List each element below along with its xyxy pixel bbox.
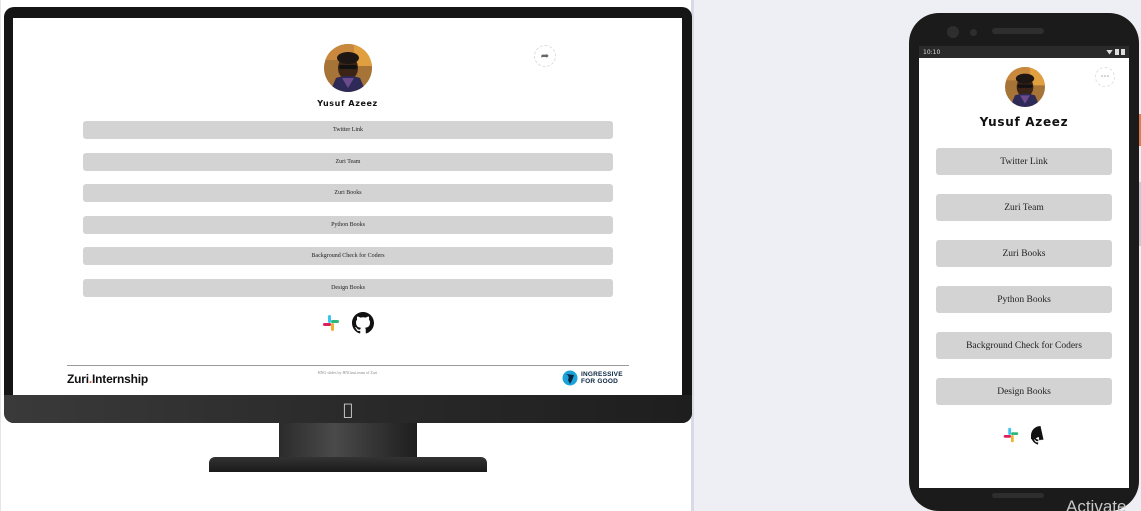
link-button-design-books[interactable]: Design Books [936,378,1112,405]
ingressive-text: INGRESSIVE [581,371,623,378]
desktop-screen: ➦ Yusuf Azeez Twitter Link Zuri Team Zur… [13,18,682,395]
footer-divider [67,365,629,366]
profile-name: Yusuf Azeez [317,99,378,108]
link-button-background-check[interactable]: Background Check for Coders [83,247,613,265]
link-list: Twitter Link Zuri Team Zuri Books Python… [83,121,613,310]
monitor-mockup: ➦ Yusuf Azeez Twitter Link Zuri Team Zur… [4,7,692,423]
ingressive-for-good-logo[interactable]: INGRESSIVE FOR GOOD [562,370,623,386]
profile-name: Yusuf Azeez [979,115,1069,129]
phone-mockup: 10:10 ⋯ Yusuf Azeez Twitter Link Zuri Te… [909,13,1139,511]
camera-icon [947,26,959,38]
globe-icon [562,370,578,386]
signal-icon [1115,49,1119,55]
github-icon[interactable] [352,312,374,334]
link-button-twitter[interactable]: Twitter Link [83,121,613,139]
sensor-icon [970,29,977,36]
more-options-icon[interactable]: ⋯ [1095,67,1115,87]
link-button-twitter[interactable]: Twitter Link [936,148,1112,175]
github-icon[interactable] [1031,425,1050,445]
monitor-chin:  [4,395,692,423]
social-links [320,311,380,335]
profile-avatar [324,44,372,92]
apple-icon:  [343,400,353,419]
phone-home-bar [992,493,1044,498]
battery-icon [1121,49,1125,55]
for-good-text: FOR GOOD [581,378,618,385]
link-button-zuri-books[interactable]: Zuri Books [936,240,1112,267]
wifi-icon [1106,49,1113,55]
slack-icon[interactable] [320,312,342,334]
link-button-design-books[interactable]: Design Books [83,278,613,297]
link-button-python-books[interactable]: Python Books [83,215,613,234]
link-button-zuri-team[interactable]: Zuri Team [936,194,1112,221]
status-time: 10:10 [923,48,941,56]
mobile-screen: 10:10 ⋯ Yusuf Azeez Twitter Link Zuri Te… [919,46,1129,488]
speaker-grille [992,28,1044,34]
status-icons [1106,49,1125,55]
activate-watermark: Activate [1066,497,1127,511]
monitor-stand-neck [279,423,417,459]
monitor-stand-base [209,457,487,472]
link-list: Twitter Link Zuri Team Zuri Books Python… [936,148,1112,424]
link-button-zuri-books[interactable]: Zuri Books [83,184,613,202]
share-icon[interactable]: ➦ [534,45,556,67]
social-links [1001,424,1053,446]
link-button-zuri-team[interactable]: Zuri Team [83,152,613,171]
slack-icon[interactable] [1001,425,1021,445]
link-button-background-check[interactable]: Background Check for Coders [936,332,1112,359]
profile-avatar [1005,67,1045,107]
link-button-python-books[interactable]: Python Books [936,286,1112,313]
status-bar: 10:10 [919,46,1129,58]
